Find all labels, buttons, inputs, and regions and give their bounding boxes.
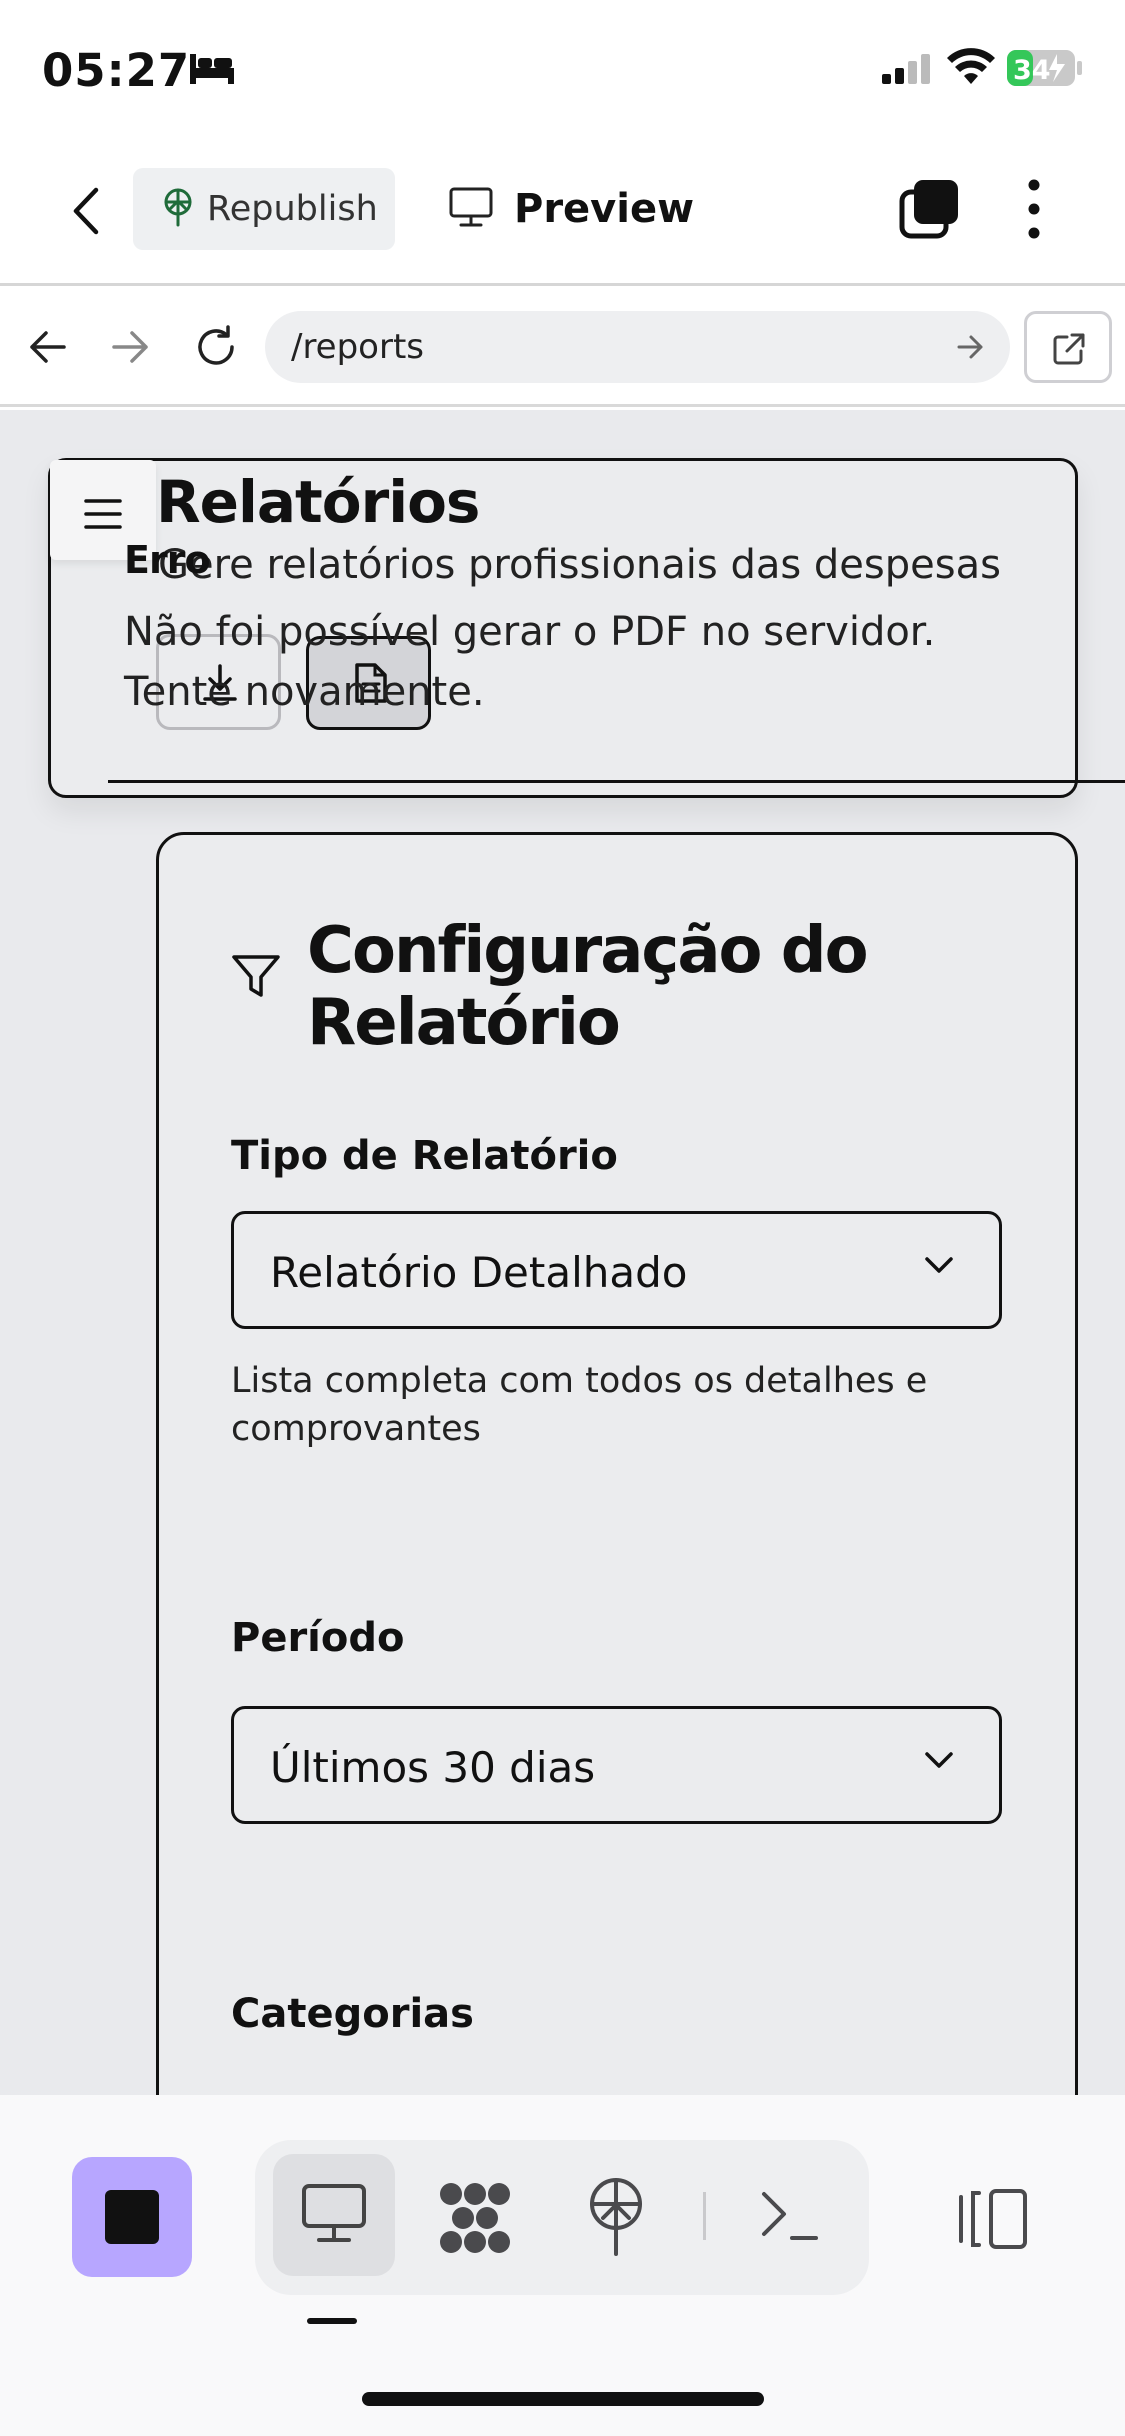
nav-forward-arrow-icon[interactable] <box>110 327 152 372</box>
page-subtitle: Gere relatórios profissionais das despes… <box>158 542 1001 588</box>
chevron-down-icon <box>923 1749 955 1776</box>
url-field[interactable]: /reports <box>265 311 1010 383</box>
home-indicator <box>362 2392 764 2406</box>
bottom-dock <box>0 2095 1125 2436</box>
report-type-value: Relatório Detalhado <box>270 1248 688 1297</box>
categories-label: Categorias <box>231 1991 474 2037</box>
chevron-down-icon <box>923 1254 955 1281</box>
stop-square-icon <box>105 2190 159 2244</box>
period-select[interactable]: Últimos 30 dias <box>231 1706 1002 1824</box>
go-arrow-icon[interactable] <box>956 333 986 366</box>
divider <box>108 780 1125 783</box>
error-toast-message: Não foi possível gerar o PDF no servidor… <box>124 609 936 715</box>
monitor-icon <box>448 186 494 233</box>
reload-icon[interactable] <box>192 323 240 376</box>
status-bar: 05:27 34 <box>0 0 1125 140</box>
republish-button[interactable]: Republish <box>133 168 395 250</box>
report-type-label: Tipo de Relatório <box>231 1133 618 1179</box>
republish-icon <box>161 187 195 232</box>
more-vertical-icon[interactable] <box>1025 178 1043 245</box>
error-toast-title: Erro <box>124 538 211 582</box>
preview-button[interactable]: Preview <box>448 168 694 250</box>
republish-label: Republish <box>207 189 378 229</box>
editor-toolbar: Republish Preview <box>0 140 1125 286</box>
report-type-select[interactable]: Relatório Detalhado <box>231 1211 1002 1329</box>
open-external-button[interactable] <box>1024 311 1112 383</box>
preview-viewport: Relatórios Gere relatórios profissionais… <box>0 410 1125 2095</box>
back-chevron-icon[interactable] <box>66 186 106 241</box>
hamburger-menu-icon <box>84 498 122 535</box>
sleep-bed-icon <box>188 52 236 91</box>
page-title: Relatórios <box>156 468 480 536</box>
cellular-signal-icon <box>880 52 932 91</box>
period-value: Últimos 30 dias <box>270 1743 596 1792</box>
report-type-help: Lista completa com todos os detalhes e c… <box>231 1361 928 1449</box>
active-tab-indicator <box>307 2318 357 2324</box>
wifi-icon <box>946 48 996 91</box>
monitor-icon <box>301 2182 367 2249</box>
url-text: /reports <box>291 327 425 367</box>
external-link-icon <box>1051 331 1087 372</box>
split-view-icon[interactable] <box>957 2187 1029 2256</box>
publish-icon[interactable] <box>585 2176 647 2263</box>
tabs-switcher-icon[interactable] <box>898 178 960 245</box>
filter-icon <box>231 953 281 1006</box>
view-preview-button[interactable] <box>273 2154 395 2276</box>
nav-back-arrow-icon[interactable] <box>26 327 68 372</box>
browser-address-bar: /reports <box>0 289 1125 407</box>
status-time: 05:27 <box>42 44 191 97</box>
view-switcher <box>255 2140 869 2295</box>
svg-text:34: 34 <box>1013 55 1051 86</box>
stop-button[interactable] <box>72 2157 192 2277</box>
battery-icon: 34 <box>1005 48 1085 93</box>
config-title: Configuração do Relatório <box>307 914 869 1060</box>
ai-agent-swirl-icon[interactable] <box>437 2180 513 2261</box>
report-config-card: Configuração do Relatório Tipo de Relató… <box>156 832 1078 2095</box>
segment-divider <box>703 2192 706 2240</box>
period-label: Período <box>231 1615 405 1661</box>
terminal-shell-icon[interactable] <box>760 2188 820 2249</box>
preview-label: Preview <box>514 186 695 232</box>
